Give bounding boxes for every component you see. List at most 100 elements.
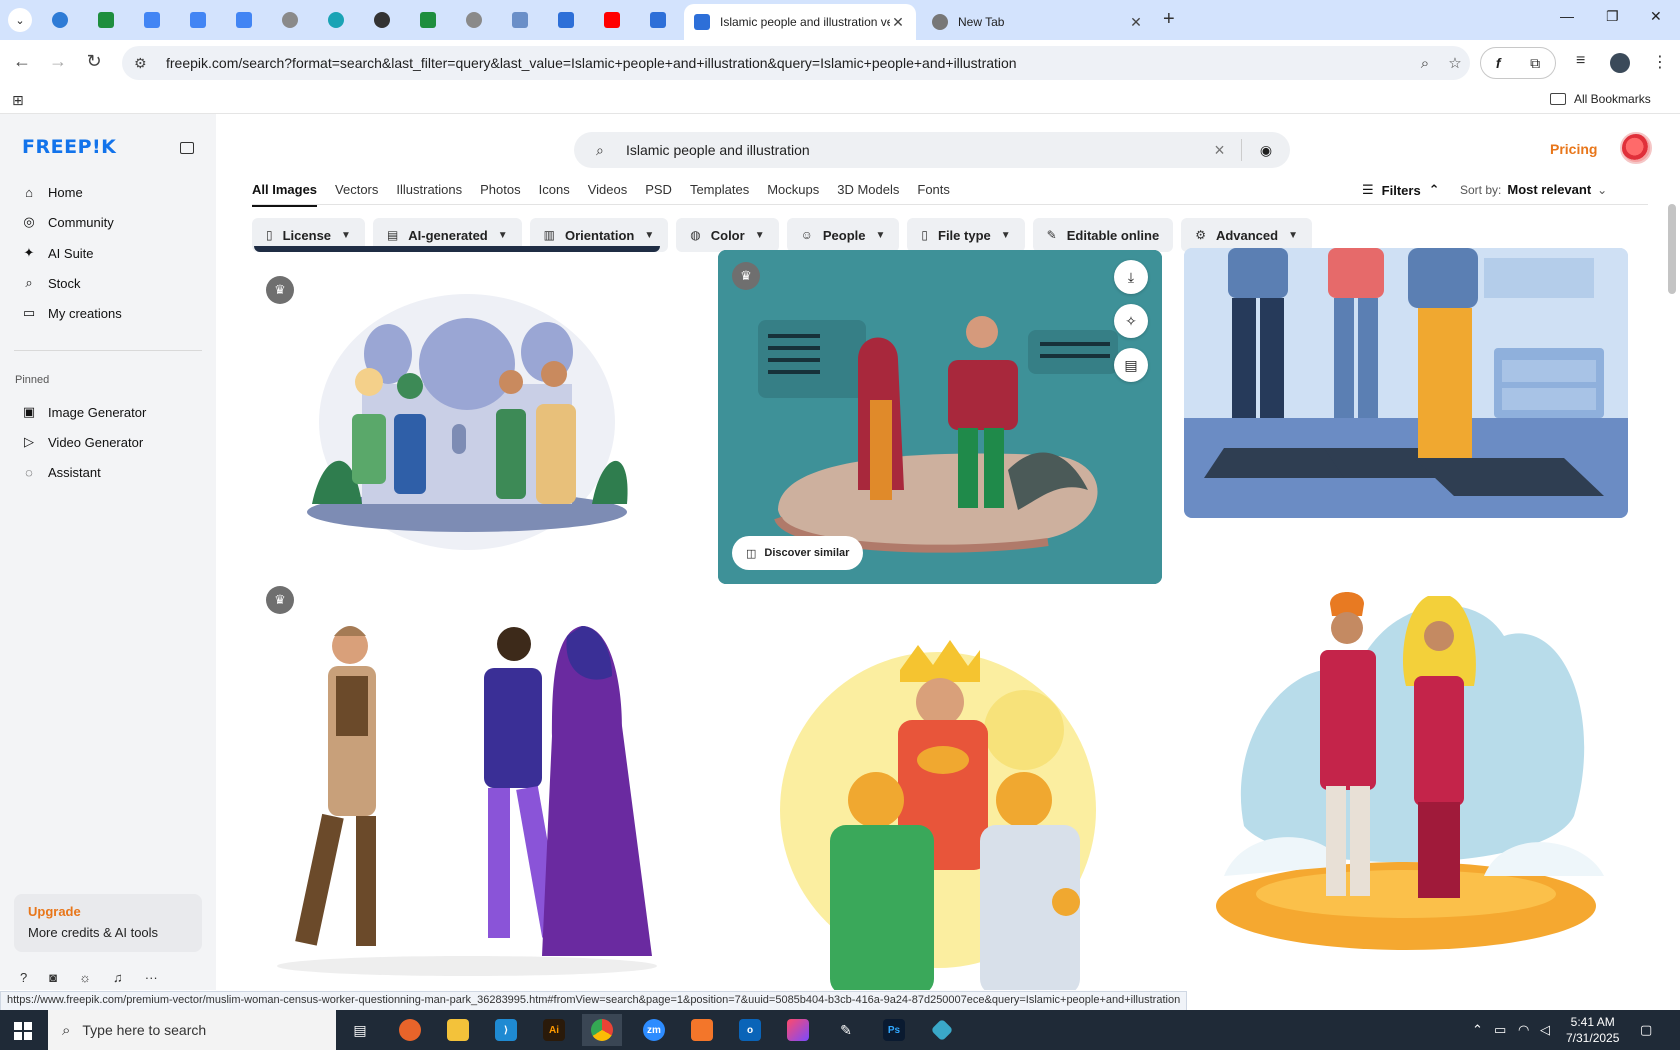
bell-icon[interactable]: ♫ [113,970,123,985]
more-icon[interactable]: ··· [145,970,158,985]
clear-search-icon[interactable]: × [1198,139,1242,161]
photoshop-icon[interactable]: Ps [874,1014,914,1046]
discover-similar-button[interactable]: ◫ Discover similar [732,536,864,570]
pinned-tab[interactable] [638,6,678,34]
notifications-icon[interactable]: ▢ [1640,1022,1652,1038]
search-bar[interactable]: ⌕ Islamic people and illustration × ◉ [574,132,1290,168]
page-scrollbar[interactable] [1668,204,1676,294]
restore-icon[interactable]: ❐ [1606,8,1619,25]
result-card[interactable] [1184,576,1628,990]
forward-icon[interactable]: → [46,51,70,72]
postman-icon[interactable] [682,1014,722,1046]
chip-people[interactable]: ☺ People ▼ [786,218,900,252]
save-to-collection-icon[interactable]: ▤ [1114,348,1148,382]
tab-illustrations[interactable]: Illustrations [396,176,462,207]
all-bookmarks-button[interactable]: All Bookmarks [1550,92,1651,106]
tab-fonts[interactable]: Fonts [917,176,950,207]
sidebar-item-image-generator[interactable]: ▣ Image Generator [20,398,146,426]
tray-network-icon[interactable]: ▭ [1494,1022,1506,1038]
freepik-logo[interactable]: FREEP!K [22,136,116,158]
download-icon[interactable]: ⤓ [1114,260,1148,294]
result-card[interactable]: ♛ [252,264,682,564]
chip-color[interactable]: ◍ Color ▼ [676,218,779,252]
firefox-icon[interactable] [390,1014,430,1046]
new-tab-icon[interactable]: + [1163,8,1175,31]
pinned-tab[interactable] [86,6,126,34]
fonts-extension-icon[interactable]: f [1496,55,1501,71]
pinned-tab[interactable] [178,6,218,34]
sidebar-item-video-generator[interactable]: ▷ Video Generator [20,428,143,456]
pinned-tab[interactable] [224,6,264,34]
ai-edit-icon[interactable]: ✧ [1114,304,1148,338]
pinned-tab[interactable] [454,6,494,34]
tab-mockups[interactable]: Mockups [767,176,819,207]
sidebar-item-stock[interactable]: ⌕ Stock [20,269,80,297]
tab-psd[interactable]: PSD [645,176,672,207]
tab-freepik[interactable]: Islamic people and illustration vectors … [684,4,916,40]
result-card[interactable] [718,610,1162,990]
tab-search-icon[interactable]: ⌄ [8,8,32,32]
chip-file-type[interactable]: ▯ File type ▼ [907,218,1025,252]
sidebar-item-home[interactable]: ⌂ Home [20,178,83,206]
taskbar-clock[interactable]: 5:41 AM 7/31/2025 [1566,1014,1619,1046]
back-icon[interactable]: ← [10,51,34,72]
reload-icon[interactable]: ↻ [82,51,106,72]
tab-3d-models[interactable]: 3D Models [837,176,899,207]
zoom-app-icon[interactable]: zm [634,1014,674,1046]
tray-volume-icon[interactable]: ◁ [1540,1022,1550,1038]
puzzle-icon[interactable]: ⧉ [1530,55,1540,72]
pinned-tab[interactable] [592,6,632,34]
sidebar-item-assistant[interactable]: ◌ Assistant [20,458,101,486]
sidebar-item-ai-suite[interactable]: ✦ AI Suite [20,239,94,267]
tab-videos[interactable]: Videos [588,176,628,207]
close-icon[interactable]: ✕ [890,14,906,31]
app-diamond-icon[interactable] [922,1014,962,1046]
apps-grid-icon[interactable]: ⊞ [12,92,24,109]
zoom-icon[interactable]: ⌕ [1410,55,1440,72]
result-card[interactable] [1184,248,1628,518]
theme-icon[interactable]: ☼ [79,970,91,985]
camera-search-icon[interactable]: ◉ [1242,142,1290,159]
task-view-icon[interactable]: ▤ [340,1014,380,1046]
illustrator-icon[interactable]: Ai [534,1014,574,1046]
tab-photos[interactable]: Photos [480,176,520,207]
address-bar[interactable]: ⚙ freepik.com/search?format=search&last_… [122,46,1470,80]
tab-vectors[interactable]: Vectors [335,176,378,207]
vscode-icon[interactable]: ⟩ [486,1014,526,1046]
pinned-tab[interactable] [500,6,540,34]
profile-avatar[interactable] [1610,53,1630,73]
tray-chevron-icon[interactable]: ⌃ [1472,1022,1483,1038]
sidebar-collapse-icon[interactable] [180,142,194,154]
url-text[interactable]: freepik.com/search?format=search&last_fi… [166,55,1410,71]
outlook-icon[interactable]: o [730,1014,770,1046]
taskbar-search[interactable]: ⌕ Type here to search [48,1010,336,1050]
minimize-icon[interactable]: — [1560,8,1574,24]
pinned-tab[interactable] [316,6,356,34]
discord-icon[interactable]: ◙ [49,970,57,985]
result-card[interactable]: ♛ [252,576,682,990]
pinned-tab[interactable] [408,6,448,34]
chrome-icon[interactable] [582,1014,622,1046]
media-controls-icon[interactable]: ≡ [1576,52,1585,70]
pricing-link[interactable]: Pricing [1550,141,1597,157]
result-card-hovered[interactable]: ♛ ⤓ ✧ ▤ ◫ Discover similar [718,250,1162,584]
tab-templates[interactable]: Templates [690,176,749,207]
tab-new-tab[interactable]: New Tab ✕ [922,4,1154,40]
chip-editable-online[interactable]: ✎ Editable online [1032,218,1174,252]
file-explorer-icon[interactable] [438,1014,478,1046]
pinned-tab[interactable] [546,6,586,34]
bookmark-star-icon[interactable]: ☆ [1440,54,1470,72]
creative-cloud-icon[interactable] [778,1014,818,1046]
search-input[interactable]: Islamic people and illustration [626,142,1198,158]
help-icon[interactable]: ? [20,970,27,985]
tab-all-images[interactable]: All Images [252,176,318,207]
tray-wifi-icon[interactable]: ◠ [1518,1022,1529,1038]
window-close-icon[interactable]: ✕ [1650,8,1662,25]
pinned-tab[interactable] [270,6,310,34]
sidebar-item-community[interactable]: ◎ Community [20,208,113,236]
sidebar-item-my-creations[interactable]: ▭ My creations [20,299,122,327]
pen-tool-icon[interactable]: ✎ [826,1014,866,1046]
chip-advanced[interactable]: ⚙ Advanced ▼ [1181,218,1312,252]
tab-icons[interactable]: Icons [539,176,570,207]
sort-control[interactable]: Sort by: Most relevant ⌄ [1460,182,1607,197]
